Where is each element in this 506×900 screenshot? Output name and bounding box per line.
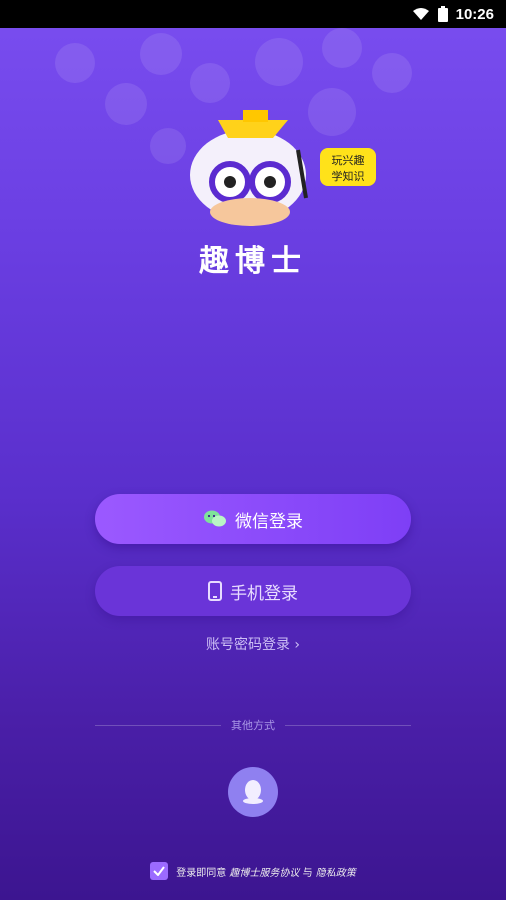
check-icon	[153, 866, 166, 876]
wechat-icon	[204, 510, 226, 527]
service-agreement-link[interactable]: 趣博士服务协议	[229, 868, 299, 879]
privacy-policy-link[interactable]: 隐私政策	[316, 868, 356, 879]
account-password-login-link[interactable]: 账号密码登录 ›	[0, 634, 506, 654]
qq-login-button[interactable]	[228, 767, 278, 817]
mascot-logo: 玩兴趣 学知识	[190, 110, 376, 226]
divider-line-right	[285, 724, 411, 726]
svg-text:玩兴趣: 玩兴趣	[332, 153, 365, 167]
battery-icon	[437, 6, 448, 22]
other-methods-label: 其他方式	[231, 719, 275, 732]
svg-text:学知识: 学知识	[332, 169, 365, 183]
status-bar: 10:26	[0, 0, 506, 28]
qq-icon	[243, 780, 263, 804]
app-title: 趣博士	[199, 244, 307, 279]
agreement-row: 登录即同意 趣博士服务协议 与 隐私政策	[0, 862, 506, 880]
phone-login-button[interactable]: 手机登录	[95, 566, 411, 616]
agreement-joiner: 与	[302, 867, 313, 879]
wechat-login-button[interactable]: 微信登录	[95, 494, 411, 544]
wechat-login-label: 微信登录	[235, 511, 303, 532]
phone-login-label: 手机登录	[230, 583, 298, 604]
agreement-prefix: 登录即同意	[176, 867, 227, 879]
agreement-checkbox[interactable]	[150, 862, 169, 880]
wifi-icon	[412, 8, 429, 20]
phone-icon	[208, 581, 222, 601]
status-time: 10:26	[455, 5, 494, 23]
divider-line-left	[95, 724, 221, 726]
other-methods-divider: 其他方式	[95, 717, 411, 733]
